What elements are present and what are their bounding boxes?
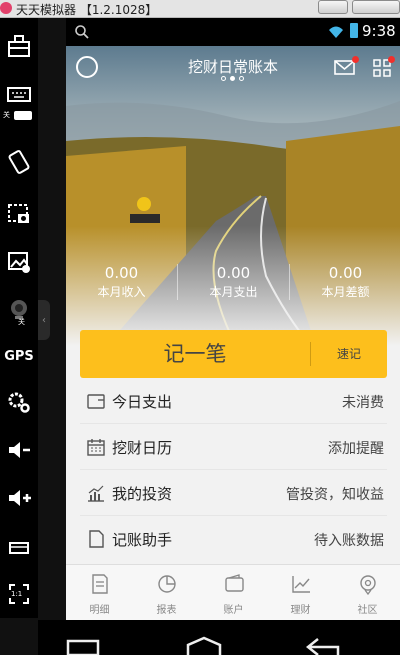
stat-value: 0.00 <box>328 264 363 282</box>
close-button[interactable] <box>352 0 400 14</box>
mail-notification-badge <box>352 56 359 63</box>
bar-chart-icon <box>88 485 104 502</box>
tab-reports[interactable]: 报表 <box>133 565 200 620</box>
list-item-value: 未消费 <box>342 395 384 411</box>
list-item-label: 今日支出 <box>112 393 173 411</box>
list-item-label: 我的投资 <box>112 485 173 503</box>
tab-label: 账户 <box>223 605 244 616</box>
pie-chart-icon <box>158 575 176 593</box>
toolbar-collapse-handle[interactable]: ‹ <box>38 300 50 340</box>
camera-icon[interactable]: 关 <box>0 292 38 328</box>
recent-apps-icon[interactable] <box>64 635 104 655</box>
quick-record-button[interactable]: 速记 <box>311 330 387 378</box>
phone-screen: 9:38 挖财日常账本 0.00 本月收入 0.00 本月支出 0.00 本月差… <box>66 18 400 620</box>
window-title: 天天模拟器 【1.2.1028】 <box>16 3 158 17</box>
stat-label: 本月支出 <box>209 285 258 299</box>
carousel-dot-active <box>230 76 235 81</box>
bottom-tab-bar: 明细 报表 账户 理财 社区 <box>66 564 400 620</box>
app-logo-icon <box>0 2 12 14</box>
stat-label: 本月差额 <box>321 285 370 299</box>
list-item-value: 管投资，知收益 <box>286 487 384 503</box>
window-title-bar: 天天模拟器 【1.2.1028】 <box>0 0 400 18</box>
settings-icon[interactable] <box>0 384 38 420</box>
tab-label: 报表 <box>156 605 177 616</box>
apps-notification-badge <box>388 56 395 63</box>
record-entry-bar: 记一笔 速记 <box>80 330 387 378</box>
battery-icon <box>350 23 358 38</box>
rotate-screen-icon[interactable] <box>0 144 38 180</box>
volume-down-icon[interactable] <box>0 432 38 468</box>
gps-label: GPS <box>4 348 34 364</box>
fullscreen-ratio-label: 1:1 <box>11 590 23 598</box>
screenshot-icon[interactable] <box>0 196 38 232</box>
carousel-dot <box>239 76 244 81</box>
tab-details[interactable]: 明细 <box>66 565 133 620</box>
keyboard-toggle[interactable]: 关 <box>0 108 38 122</box>
minimize-button[interactable] <box>318 0 348 14</box>
community-icon <box>360 575 376 595</box>
stat-value: 0.00 <box>104 264 139 282</box>
gps-button[interactable]: GPS <box>0 338 38 374</box>
keyboard-icon[interactable] <box>0 76 38 112</box>
volume-up-icon[interactable] <box>0 480 38 516</box>
calendar-icon <box>87 439 105 456</box>
list-item-label: 记账助手 <box>112 531 173 549</box>
toggle-switch <box>14 111 32 120</box>
emulator-window: 天天模拟器 【1.2.1028】 关 关 GPS 1:1 ‹ 9:38 挖财日常… <box>0 0 400 655</box>
status-time: 9:38 <box>362 22 396 40</box>
stat-income: 0.00 本月收入 <box>66 264 177 300</box>
wallet-card-icon <box>87 394 105 409</box>
record-button[interactable]: 记一笔 <box>80 330 310 378</box>
trend-chart-icon <box>292 576 310 593</box>
landscape-road-image <box>66 46 400 346</box>
tab-label: 社区 <box>357 605 378 616</box>
keyboard-toggle-label: 关 <box>3 111 10 119</box>
document-icon <box>89 530 104 548</box>
carousel-dots <box>221 76 245 82</box>
tab-label: 明细 <box>89 605 110 616</box>
stat-value: 0.00 <box>216 264 251 282</box>
list-item-label: 挖财日历 <box>112 439 173 457</box>
list-item-value: 待入账数据 <box>314 533 384 549</box>
wifi-icon <box>329 26 343 38</box>
tab-accounts[interactable]: 账户 <box>200 565 267 620</box>
stat-balance: 0.00 本月差额 <box>290 264 400 300</box>
android-nav-bar <box>38 620 400 655</box>
wallet-icon <box>225 574 244 592</box>
tab-community[interactable]: 社区 <box>334 565 400 620</box>
list-item-today-expense[interactable]: 今日支出 未消费 <box>80 378 387 424</box>
collapse-chevron-icon: ‹ <box>42 314 46 326</box>
search-icon[interactable] <box>74 24 90 40</box>
camera-toggle-label: 关 <box>18 318 25 326</box>
list-item-assistant[interactable]: 记账助手 待入账数据 <box>80 516 387 562</box>
list-item-investment[interactable]: 我的投资 管投资，知收益 <box>80 470 387 516</box>
android-robot-icon[interactable] <box>0 28 38 64</box>
emulator-toolbar: 关 关 GPS 1:1 <box>0 18 38 618</box>
fullscreen-icon[interactable]: 1:1 <box>0 576 38 612</box>
stat-expense: 0.00 本月支出 <box>178 264 289 300</box>
carousel-dot <box>221 76 226 81</box>
list-item-value: 添加提醒 <box>328 441 384 457</box>
status-bar: 9:38 <box>66 18 400 46</box>
image-import-icon[interactable] <box>0 244 38 280</box>
header-banner: 挖财日常账本 0.00 本月收入 0.00 本月支出 0.00 本月差额 <box>66 46 400 346</box>
list-item-calendar[interactable]: 挖财日历 添加提醒 <box>80 424 387 470</box>
home-icon[interactable] <box>184 635 224 655</box>
menu-icon[interactable] <box>0 530 38 566</box>
tab-finance[interactable]: 理财 <box>267 565 334 620</box>
stat-label: 本月收入 <box>97 285 146 299</box>
receipt-icon <box>92 574 108 594</box>
back-icon[interactable] <box>304 635 344 655</box>
tab-label: 理财 <box>290 605 311 616</box>
